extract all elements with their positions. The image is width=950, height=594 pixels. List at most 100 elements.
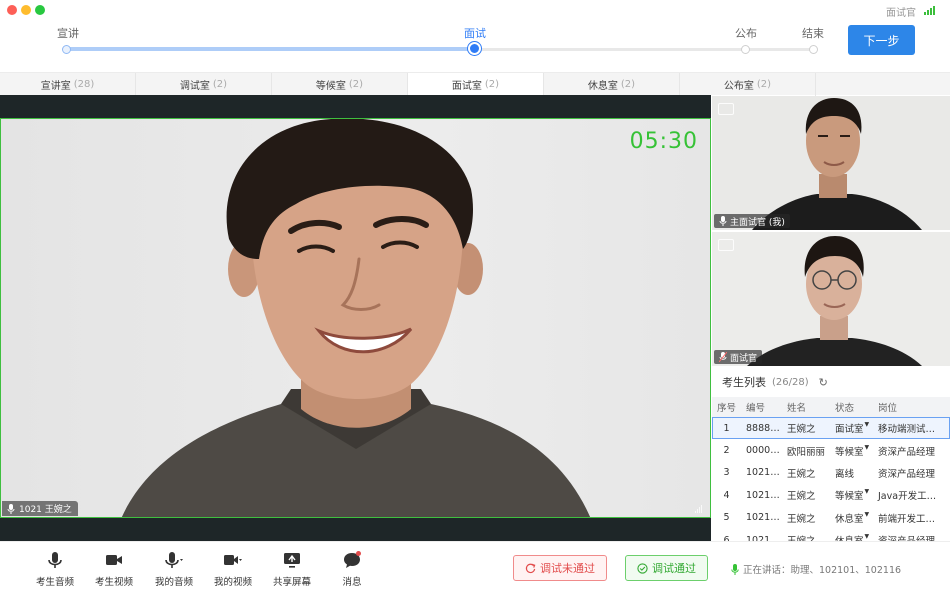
camera-icon [106,555,122,565]
cell-status-text: 离线 [835,468,855,480]
cell-status: 离线 [830,462,873,484]
candidate-portrait [121,119,591,517]
mic-icon [48,552,62,568]
table-row[interactable]: 4 102101 王婉之 等候室▼ Java开发工… [712,484,950,506]
table-row[interactable]: 3 102101 王婉之 离线 资深产品经理 [712,462,950,484]
share-screen-button[interactable]: 共享屏幕 [267,550,317,590]
table-row[interactable]: 1 888888 王婉之 面试室▼ 移动端测试… [712,417,950,440]
cell-name: 王婉之 [782,507,830,529]
status-dropdown-icon[interactable]: ▼ [865,444,870,451]
tab-interview-room[interactable]: 面试室 (2) [408,73,544,96]
status-dropdown-icon[interactable]: ▼ [865,421,870,428]
tab-count: (2) [756,79,772,90]
speaking-text: 正在讲话：助理、102101、102116 [743,565,902,576]
speaking-mic-icon [731,563,739,575]
status-dropdown-icon[interactable]: ▼ [865,533,870,540]
room-tabs: 宣讲室 (28) 调试室 (2) 等候室 (2) 面试室 (2) 休息室 (2) 公布室(… [0,72,950,96]
candidate-list-title: 考生列表 [722,376,766,389]
candidate-video-button[interactable]: 考生视频 [89,550,139,590]
camera-icon [718,239,734,251]
cell-name: 王婉之 [782,417,830,440]
tab-debug-room[interactable]: 调试室 (2) [136,73,272,96]
refresh-icon[interactable]: ↻ [819,376,828,389]
cell-status[interactable]: 等候室▼ [830,484,873,506]
mic-icon [719,216,727,226]
cell-status[interactable]: 等候室▼ [830,439,873,461]
step-dot-publish[interactable] [741,45,750,54]
candidate-list-count: (26/28) [772,376,809,388]
cell-name: 王婉之 [782,529,830,541]
step-dot-end[interactable] [809,45,818,54]
cell-name-text: 王婉之 [787,513,816,525]
my-video-button[interactable]: 我的视频 [208,550,258,590]
retry-icon [525,563,536,573]
cell-id: 102101 [741,462,782,484]
main-stage: 05:30 1021 王婉之 [0,95,711,541]
interviewer-video[interactable]: 面试官 [712,232,950,366]
cell-id-text: 000000 [746,445,782,457]
debug-fail-button[interactable]: 调试未通过 [513,555,607,581]
zoom-window-button[interactable] [35,5,45,15]
cell-job: Java开发工… [873,484,950,506]
next-step-button[interactable]: 下一步 [848,25,915,55]
main-interviewer-video[interactable]: 主面试官 (我) [712,96,950,230]
table-row[interactable]: 2 000000 欧阳丽丽 等候室▼ 资深产品经理 [712,439,950,461]
table-row[interactable]: 6102101王婉之休息室▼资深产品经理 [712,529,950,541]
cell-job-text: 前端开发工… [878,513,936,525]
cell-job-text: 移动端测试… [878,424,936,436]
tab-label: 宣讲室 [40,81,71,92]
close-window-button[interactable] [7,5,17,15]
candidate-table: 序号 编号 姓名 状态 岗位 1 888888 王婉之 面试室▼ 移动端测试… 2 0000… [712,397,950,541]
step-label-interview: 面试 [464,27,486,40]
cell-name-text: 王婉之 [787,468,816,480]
status-dropdown-icon[interactable]: ▼ [865,511,870,518]
interviewer-portrait [712,232,950,366]
cell-id: 102101 [741,484,782,506]
cell-seq-text: 4 [723,489,730,501]
tab-publish-room[interactable]: 公布室 (2) [680,73,816,96]
video-signal-icon [695,505,702,513]
candidate-audio-button[interactable]: 考生音频 [30,550,80,590]
title-bar: 面试官 [0,0,950,20]
debug-pass-button[interactable]: 调试通过 [625,555,708,581]
cell-id: 000000 [741,439,782,461]
cell-name: 王婉之 [782,484,830,506]
tool-label: 消息 [342,577,362,588]
tool-label: 我的音频 [154,577,193,588]
step-dot-announce[interactable] [62,45,71,54]
tab-waiting-room[interactable]: 等候室 (2) [272,73,408,96]
status-dropdown-icon[interactable]: ▼ [865,488,870,495]
cell-job: 资深产品经理 [873,462,950,484]
cell-job: 前端开发工… [873,507,950,529]
tab-rest-room[interactable]: 休息室 (2) [544,73,680,96]
cell-status-text: 等候室 [835,491,864,503]
step-label-end: 结束 [802,27,824,40]
cell-status[interactable]: 休息室▼ [830,507,873,529]
candidate-list-panel: 考生列表 (26/28) ↻ 序号 编号 姓名 状态 岗位 1 888888 王婉之… [712,367,950,541]
cell-job: 移动端测试… [873,417,950,440]
table-row[interactable]: 5 102101 王婉之 休息室▼ 前端开发工… [712,507,950,529]
cell-seq-text: 1 [723,422,730,434]
message-button[interactable]: 消息 [327,550,377,590]
cell-name-text: 欧阳丽丽 [787,446,826,458]
candidate-video[interactable]: 05:30 1021 王婉之 [0,118,711,518]
tab-label: 公布室 [723,81,754,92]
speaking-indicator: 正在讲话：助理、102101、102116 [731,562,901,576]
tab-announce-room[interactable]: 宣讲室 (28) [0,73,136,96]
interview-stepper: 宣讲 面试 公布 结束 下一步 [0,20,950,72]
tool-label: 我的视频 [213,577,252,588]
tab-count: (2) [484,79,500,90]
tab-label: 休息室 [587,81,618,92]
minimize-window-button[interactable] [21,5,31,15]
cell-status-text: 等候室 [835,446,864,458]
tab-label: 调试室 [179,81,210,92]
cell-status[interactable]: 休息室▼ [830,529,873,541]
mic-muted-icon [719,352,727,362]
cell-status[interactable]: 面试室▼ [830,417,873,440]
candidate-name-label: 1021 王婉之 [19,505,72,515]
cell-seq: 6 [712,529,741,541]
mic-dropdown-icon [165,552,183,568]
cell-seq: 3 [712,462,741,484]
step-dot-interview[interactable] [468,42,481,55]
my-audio-button[interactable]: 我的音频 [149,550,199,590]
